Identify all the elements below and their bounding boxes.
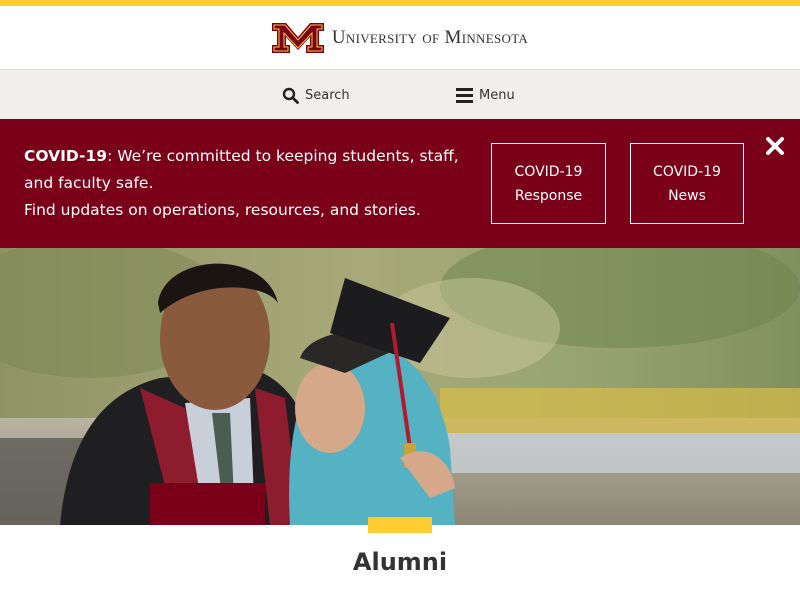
alert-bold-label: COVID-19 (24, 147, 108, 165)
alert-line-2: Find updates on operations, resources, a… (24, 201, 421, 219)
menu-button[interactable]: Menu (456, 70, 515, 120)
covid-response-button[interactable]: COVID-19 Response (491, 143, 606, 224)
university-logo[interactable]: University of Minnesota (271, 22, 529, 53)
covid-news-button[interactable]: COVID-19 News (630, 143, 744, 224)
menu-label: Menu (479, 87, 515, 103)
close-icon[interactable] (763, 134, 787, 158)
block-m-logo-icon (271, 22, 324, 53)
site-header: University of Minnesota (0, 6, 800, 69)
university-wordmark: University of Minnesota (331, 26, 529, 48)
covid-news-line-2: News (668, 187, 706, 204)
graduates-photo (0, 248, 800, 525)
title-accent-bar (368, 517, 432, 533)
covid-response-line-2: Response (514, 187, 583, 204)
covid-response-line-1: COVID-19 (514, 163, 583, 180)
covid-alert-banner: COVID-19: We’re committed to keeping stu… (0, 119, 800, 248)
search-icon (282, 87, 299, 104)
utility-nav: Search Menu (0, 69, 800, 119)
search-button[interactable]: Search (282, 70, 350, 120)
page-title: Alumni (352, 548, 448, 576)
hero-image (0, 248, 800, 525)
covid-news-line-1: COVID-19 (653, 163, 721, 180)
hamburger-icon (456, 87, 473, 103)
alert-message: COVID-19: We’re committed to keeping stu… (24, 143, 474, 224)
search-label: Search (305, 87, 350, 103)
